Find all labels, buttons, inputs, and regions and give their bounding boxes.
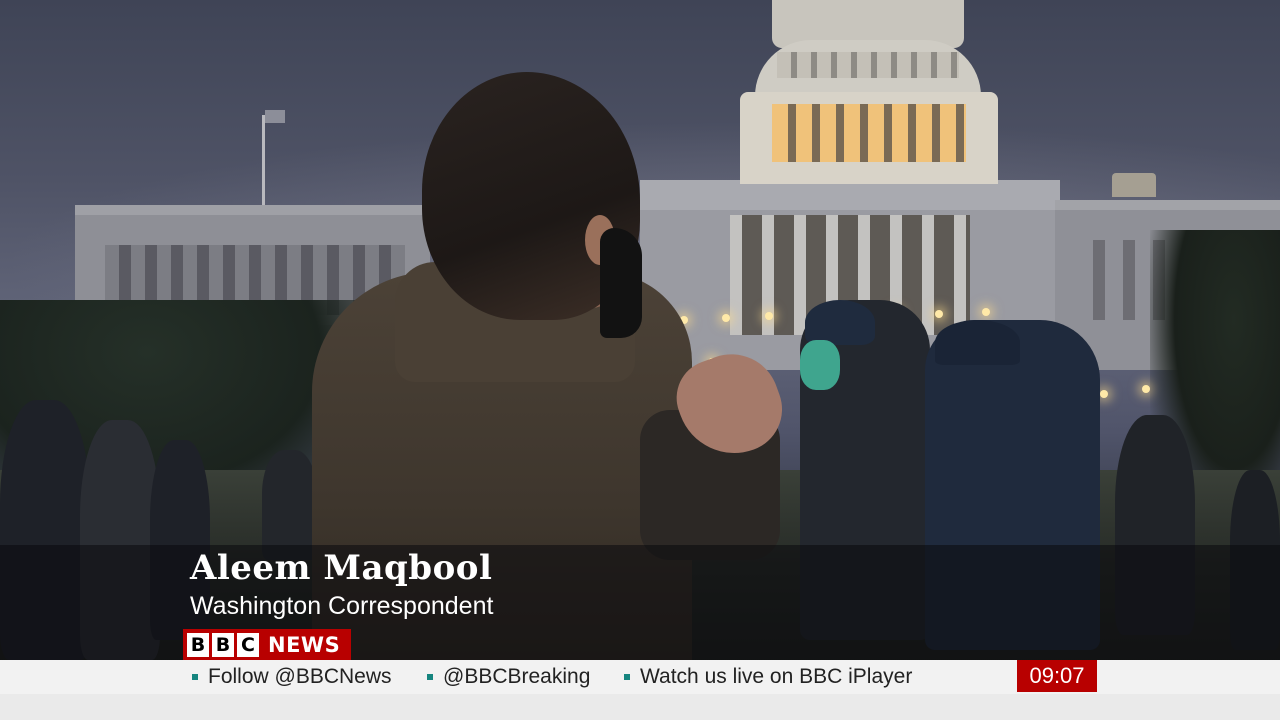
bullet-icon (427, 674, 433, 680)
ticker-text: Watch us live on BBC iPlayer (640, 665, 913, 688)
logo-letter-b2: B (212, 632, 234, 657)
bbc-news-logo: B B C NEWS (183, 629, 351, 660)
bullet-icon (624, 674, 630, 680)
dome-drum (740, 92, 998, 184)
ticker-item: Follow @BBCNews (192, 664, 392, 690)
street-light (935, 310, 943, 318)
ticker-item: @BBCBreaking (427, 664, 590, 690)
bullet-icon (192, 674, 198, 680)
logo-letter-b1: B (187, 632, 209, 657)
reporter-title: Washington Correspondent (190, 592, 494, 620)
dome-middle (755, 40, 981, 100)
flag (265, 110, 285, 123)
lit-windows (772, 104, 966, 162)
flagpole (262, 115, 265, 210)
ticker-item: Watch us live on BBC iPlayer (624, 664, 912, 690)
street-light (982, 308, 990, 316)
logo-news-word: NEWS (268, 632, 341, 657)
street-light (1100, 390, 1108, 398)
dome-ribs (777, 52, 959, 78)
crowd-person (262, 450, 317, 560)
clock: 09:07 (1017, 660, 1097, 692)
ticker-text: Follow @BBCNews (208, 665, 392, 688)
small-dome (1112, 173, 1156, 197)
ticker-text: @BBCBreaking (443, 665, 591, 688)
reporter-name: Aleem Maqbool (190, 548, 493, 588)
street-light (765, 312, 773, 320)
logo-letter-c: C (237, 632, 259, 657)
reporter-mask (600, 228, 642, 338)
street-light (1142, 385, 1150, 393)
face-mask (800, 340, 840, 390)
street-light (722, 314, 730, 322)
pediment (640, 180, 1060, 210)
cap (935, 320, 1020, 365)
beanie (805, 300, 875, 345)
